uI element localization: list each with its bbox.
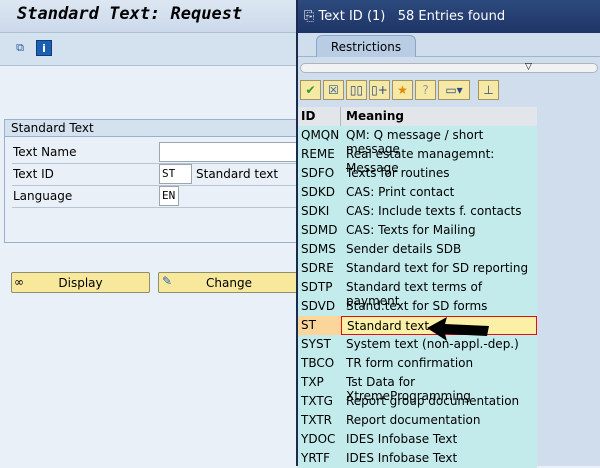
cell-id: YRTF bbox=[301, 451, 331, 465]
info-icon[interactable]: i bbox=[36, 40, 52, 56]
copy-icon[interactable]: ⧉ bbox=[12, 40, 28, 56]
table-row[interactable]: TXTG Report group documentation bbox=[298, 392, 537, 411]
help-icon[interactable]: ? bbox=[415, 80, 436, 100]
group-title: Standard Text bbox=[5, 120, 303, 137]
print-icon[interactable]: ▭▾ bbox=[438, 80, 470, 100]
cell-id: TXTG bbox=[301, 394, 333, 408]
change-label: Change bbox=[206, 276, 252, 290]
cell-id: TXP bbox=[301, 375, 324, 389]
table-row[interactable]: SYST System text (non-appl.-dep.) bbox=[298, 335, 537, 354]
cell-id: SDRE bbox=[301, 261, 334, 275]
change-button[interactable]: ✎ Change bbox=[158, 272, 300, 293]
cell-meaning: Texts for routines bbox=[346, 166, 450, 180]
cell-meaning: Real estate managemnt: Message bbox=[346, 147, 495, 175]
cell-meaning: TR form confirmation bbox=[346, 356, 474, 370]
table-row[interactable]: SDFO Texts for routines bbox=[298, 164, 537, 183]
cell-id: QMQN bbox=[301, 128, 340, 142]
table-row[interactable]: SDKI CAS: Include texts f. contacts bbox=[298, 202, 537, 221]
table-row[interactable]: TXTR Report documentation bbox=[298, 411, 537, 430]
display-label: Display bbox=[58, 276, 103, 290]
cell-meaning: Tst Data for XtremeProgramming bbox=[346, 375, 471, 403]
cell-id: SDVD bbox=[301, 299, 336, 313]
cell-meaning: IDES Infobase Text bbox=[346, 432, 458, 446]
language-input[interactable]: EN bbox=[159, 186, 179, 206]
display-button[interactable]: ∞ Display bbox=[11, 272, 150, 293]
text-id-input[interactable]: ST bbox=[159, 164, 192, 184]
popup-title-bar: ⎘ Text ID (1) 58 Entries found bbox=[298, 0, 600, 33]
results-table: ID Meaning QMQN QM: Q message / short mess… bbox=[298, 107, 537, 468]
restrictions-collapse-bar[interactable]: ▽ bbox=[300, 62, 598, 73]
cell-meaning: Sender details SDB bbox=[346, 242, 462, 256]
table-row[interactable]: YRTF IDES Infobase Text bbox=[298, 449, 537, 468]
cell-id: SDFO bbox=[301, 166, 335, 180]
cancel-icon[interactable]: ☒ bbox=[323, 80, 344, 100]
cell-meaning: CAS: Texts for Mailing bbox=[346, 223, 476, 237]
pin-icon[interactable]: ⊥ bbox=[478, 80, 499, 100]
main-window: Standard Text: Request ⧉ i Standard Text… bbox=[0, 0, 309, 466]
cell-meaning: CAS: Include texts f. contacts bbox=[346, 204, 522, 218]
table-row[interactable]: TBCO TR form confirmation bbox=[298, 354, 537, 373]
tab-restrictions[interactable]: Restrictions bbox=[316, 35, 416, 57]
find-icon[interactable]: ▯▯ bbox=[346, 80, 367, 100]
text-id-label: Text ID bbox=[13, 167, 54, 181]
cell-id: SDKD bbox=[301, 185, 335, 199]
table-row[interactable]: SDTP Standard text terms of payment bbox=[298, 278, 537, 308]
table-row[interactable]: SDKD CAS: Print contact bbox=[298, 183, 537, 202]
table-row[interactable]: ST Standard text bbox=[298, 316, 537, 335]
text-name-row: Text Name bbox=[12, 142, 309, 164]
cell-id: SDMS bbox=[301, 242, 336, 256]
cell-meaning: Standard text terms of payment bbox=[346, 280, 483, 308]
cell-id: YDOC bbox=[301, 432, 336, 446]
table-row[interactable]: YDOC IDES Infobase Text bbox=[298, 430, 537, 449]
table-row[interactable]: SDMS Sender details SDB bbox=[298, 240, 537, 259]
cell-id: REME bbox=[301, 147, 335, 161]
cell-id: TBCO bbox=[301, 356, 335, 370]
text-id-row: Text ID ST Standard text bbox=[12, 164, 302, 186]
arrow-annotation-icon bbox=[427, 317, 489, 341]
popup-toolbar: ✔ ☒ ▯▯ ▯+ ★ ? ▭▾ ⊥ bbox=[300, 80, 499, 100]
tab-strip: Restrictions bbox=[298, 33, 600, 57]
check-icon[interactable]: ✔ bbox=[300, 80, 321, 100]
text-name-input[interactable] bbox=[159, 142, 309, 162]
text-id-description: Standard text bbox=[196, 167, 279, 181]
cell-id: SYST bbox=[301, 337, 331, 351]
popup-title: Text ID (1) 58 Entries found bbox=[318, 9, 506, 24]
page-title: Standard Text: Request bbox=[17, 4, 243, 24]
table-row[interactable]: SDVD Stand.text for SD forms bbox=[298, 297, 537, 316]
table-row[interactable]: TXP Tst Data for XtremeProgramming bbox=[298, 373, 537, 403]
cell-id: SDKI bbox=[301, 204, 330, 218]
cell-meaning: QM: Q message / short message bbox=[346, 128, 484, 156]
cell-id: TXTR bbox=[301, 413, 333, 427]
cell-meaning: IDES Infobase Text bbox=[346, 451, 458, 465]
cell-meaning: CAS: Print contact bbox=[346, 185, 455, 199]
glasses-icon: ∞ bbox=[14, 275, 24, 289]
table-header: ID Meaning bbox=[298, 107, 537, 126]
toolbar: ⧉ i bbox=[0, 33, 300, 66]
text-name-label: Text Name bbox=[13, 145, 77, 159]
collapse-triangle-icon[interactable]: ▽ bbox=[525, 62, 532, 72]
table-row[interactable]: SDRE Standard text for SD reporting bbox=[298, 259, 537, 278]
cell-id: SDMD bbox=[301, 223, 338, 237]
title-bar: Standard Text: Request bbox=[0, 0, 300, 33]
cell-id: SDTP bbox=[301, 280, 333, 294]
standard-text-group: Standard Text Text Name Text ID ST Stand… bbox=[4, 119, 309, 243]
cell-meaning: Report documentation bbox=[346, 413, 481, 427]
popup-icon: ⎘ bbox=[304, 9, 319, 24]
table-row[interactable]: REME Real estate managemnt: Message bbox=[298, 145, 537, 175]
pencil-icon: ✎ bbox=[162, 274, 173, 288]
language-row: Language EN bbox=[12, 186, 302, 208]
column-meaning[interactable]: Meaning bbox=[341, 107, 537, 126]
favorite-add-icon[interactable]: ★ bbox=[392, 80, 413, 100]
cell-id: ST bbox=[298, 316, 341, 335]
value-help-popup: ⎘ Text ID (1) 58 Entries found Restricti… bbox=[296, 0, 600, 468]
language-label: Language bbox=[13, 189, 73, 203]
cell-meaning: Report group documentation bbox=[346, 394, 520, 408]
table-row[interactable]: QMQN QM: Q message / short message bbox=[298, 126, 537, 156]
cell-meaning: Standard text for SD reporting bbox=[346, 261, 529, 275]
column-id[interactable]: ID bbox=[298, 107, 341, 126]
table-row[interactable]: SDMD CAS: Texts for Mailing bbox=[298, 221, 537, 240]
find-next-icon[interactable]: ▯+ bbox=[369, 80, 390, 100]
